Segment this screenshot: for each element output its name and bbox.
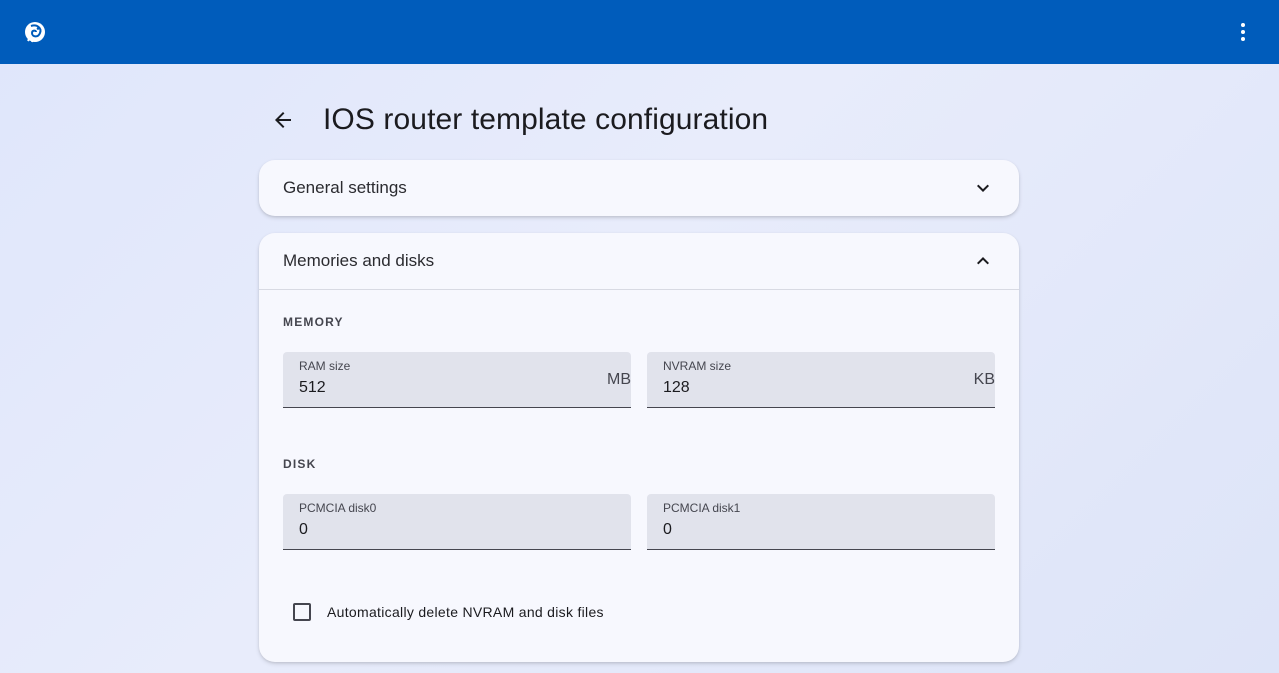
ram-size-label: RAM size [299, 359, 351, 373]
arrow-back-icon [275, 112, 291, 128]
back-button[interactable] [259, 96, 307, 144]
app-toolbar [0, 0, 1279, 64]
page-title: IOS router template configuration [323, 103, 769, 136]
pcmcia-disk0-field[interactable]: PCMCIA disk0 [283, 494, 631, 550]
memories-disks-panel: Memories and disks MEMORY RAM size MB NV… [259, 233, 1019, 662]
panel-divider [259, 289, 1019, 290]
general-settings-title: General settings [283, 178, 407, 197]
ram-size-unit: MB [607, 371, 631, 388]
memories-disks-title: Memories and disks [283, 251, 435, 270]
general-settings-header[interactable]: General settings [259, 160, 1019, 216]
pcmcia-disk1-field[interactable]: PCMCIA disk1 [647, 494, 995, 550]
nvram-size-label: NVRAM size [663, 359, 732, 373]
general-settings-panel: General settings [259, 160, 1019, 216]
nvram-size-unit: KB [973, 371, 995, 388]
pcmcia-disk1-label: PCMCIA disk1 [663, 501, 741, 515]
memory-section-label: MEMORY [283, 315, 344, 329]
memories-disks-header[interactable]: Memories and disks [259, 233, 1019, 289]
ram-size-input[interactable] [299, 379, 579, 397]
pcmcia-disk0-input[interactable] [299, 521, 579, 539]
disk-section-label: DISK [283, 457, 317, 471]
chevron-up-icon [971, 249, 995, 273]
nvram-size-input[interactable] [663, 379, 943, 397]
auto-delete-option[interactable]: Automatically delete NVRAM and disk file… [283, 603, 604, 621]
page-header: IOS router template configuration [259, 96, 768, 144]
nvram-size-field[interactable]: NVRAM size KB [647, 352, 995, 408]
more-vert-icon[interactable] [1223, 12, 1263, 52]
pcmcia-disk1-input[interactable] [663, 521, 943, 539]
auto-delete-checkbox[interactable] [293, 603, 311, 621]
auto-delete-label: Automatically delete NVRAM and disk file… [327, 604, 604, 620]
pcmcia-disk0-label: PCMCIA disk0 [299, 501, 377, 515]
gns3-chameleon-logo-icon[interactable] [22, 19, 48, 45]
chevron-down-icon [971, 176, 995, 200]
ram-size-field[interactable]: RAM size MB [283, 352, 631, 408]
